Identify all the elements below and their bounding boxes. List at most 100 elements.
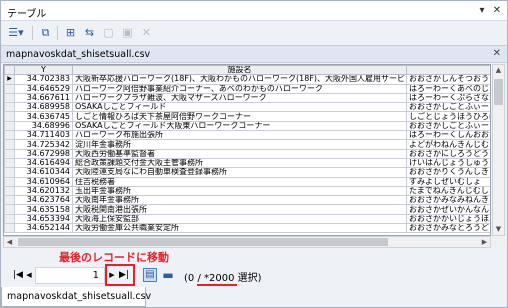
cell-y[interactable]: 34.610964 [14, 176, 73, 187]
cell-y[interactable]: 34.610344 [14, 167, 73, 178]
table-tab-label[interactable]: mapnavoskdat_shisetsuall.csv [6, 49, 150, 60]
cell-kana[interactable]: おおさかしごとふぃーるど [406, 102, 490, 113]
zoom-selected-icon[interactable]: ▣ [119, 24, 136, 41]
cell-kana[interactable]: しごとじょうほうひろばて [406, 111, 490, 122]
cell-kana[interactable]: はろーわーくしんおおさ [406, 130, 490, 141]
cell-name[interactable]: 大阪海上保安監部 [72, 213, 407, 225]
cell-kana[interactable]: おおさかみなとろうどうき [406, 223, 490, 234]
cell-y[interactable]: 34.725342 [14, 139, 73, 150]
previous-record-icon[interactable]: ◀ [23, 266, 35, 284]
switch-selection-icon[interactable]: ⇆ [81, 24, 98, 41]
bottom-table-tab[interactable]: mapnavoskdat_shisetsuall.csv [1, 287, 151, 307]
cell-kana[interactable]: よどがわねんきんじむしょ [406, 139, 490, 150]
cell-name[interactable]: 大阪新卒応援ハローワーク(18F)、大阪わかものハローワーク(18F)、大阪外国… [72, 74, 407, 85]
scroll-down-icon[interactable]: ▼ [493, 224, 504, 235]
table-row[interactable]: 34.689958OSAKAしごとフィールドおおさかしごとふぃーるど [4, 102, 490, 113]
row-selector[interactable] [4, 130, 15, 141]
column-header-kana[interactable] [406, 65, 490, 76]
table-row[interactable]: 34.616494総合政策課題交付金大阪主管事務所けいはんじょうしゅうとえ [4, 157, 490, 169]
cell-y[interactable]: 34.68996 [14, 120, 73, 132]
show-all-records-icon[interactable]: ▤ [143, 268, 157, 282]
table-row[interactable]: 34.636745 しごと情報ひろば天下茶屋阿倍野ワークコーナー しごとじょうほうひ… [4, 111, 490, 122]
column-header-name[interactable]: 施設名 [72, 65, 407, 76]
cell-y[interactable]: 34.667611 [14, 92, 73, 104]
current-record-field[interactable]: 1 [35, 267, 105, 284]
table-row[interactable]: 34.667611 ハローワークプラザ難波、大阪マザーズハローワーク はろーわーくぷ… [4, 92, 490, 104]
cell-name[interactable]: 大阪労働金庫公共職業安定所 [72, 223, 407, 234]
cell-name[interactable]: 淀川年金事務所 [72, 139, 407, 150]
horizontal-scroll-thumb[interactable] [18, 238, 388, 246]
cell-y[interactable]: 34.653394 [14, 213, 73, 225]
table-row[interactable]: 34.646529 ハローワーク阿倍野事業紹介コーナー、あべのわかものハローワーク… [4, 83, 490, 94]
row-selector[interactable] [4, 120, 15, 132]
row-selector[interactable] [4, 92, 15, 104]
table-row[interactable]: 34.725342淀川年金事務所よどがわねんきんじむしょ [4, 139, 490, 150]
cell-name[interactable]: 大阪西労働基準監督署 [72, 148, 407, 159]
cell-kana[interactable]: おおさかにしろうどうきじ [406, 148, 490, 159]
delete-selected-icon[interactable]: ✕ [138, 24, 155, 41]
table-row[interactable]: 34.68996 OSAKAしごとフィールド大阪東ハローワークコーナー おおさかしご… [4, 120, 490, 132]
cell-kana[interactable]: おおさかりくうんしきょく [406, 167, 490, 178]
cell-name[interactable]: 大阪税関南港出張所 [72, 204, 407, 215]
related-tables-icon[interactable]: ⧉ [37, 24, 54, 41]
cell-name[interactable]: ハローワーク阿倍野事業紹介コーナー、あべのわかものハローワーク [72, 83, 407, 94]
cell-kana[interactable]: はろーわーくぷらざなんぱ [406, 92, 490, 104]
row-selector[interactable] [4, 102, 15, 113]
close-icon[interactable]: ✕ [490, 4, 504, 18]
cell-name[interactable]: ハローワーク布施出張所 [72, 130, 407, 141]
table-row[interactable]: 34.711403 ハローワーク布施出張所 はろーわーくしんおおさ [4, 130, 490, 141]
cell-name[interactable]: 玉出年金事務所 [72, 185, 407, 197]
vertical-scrollbar[interactable]: ▲ ▼ [492, 64, 505, 236]
horizontal-scrollbar[interactable]: ◀ ▶ [3, 236, 491, 248]
cell-name[interactable]: しごと情報ひろば天下茶屋阿倍野ワークコーナー [72, 111, 407, 122]
row-selector[interactable] [4, 83, 15, 94]
scroll-left-icon[interactable]: ◀ [4, 237, 15, 247]
cell-kana[interactable]: すみよしぜいむしょ [406, 176, 490, 187]
cell-kana[interactable]: けいはんじょうしゅうとえ [406, 157, 490, 169]
row-selector[interactable] [4, 139, 15, 150]
table-row[interactable]: 34.672998大阪西労働基準監督署おおさかにしろうどうきじ [4, 148, 490, 159]
row-selector[interactable] [4, 204, 15, 215]
cell-y[interactable]: 34.636745 [14, 111, 73, 122]
cell-y[interactable]: 34.620132 [14, 185, 73, 197]
cell-kana[interactable]: おおさかぜいかんなんこ [406, 204, 490, 215]
scroll-up-icon[interactable]: ▲ [493, 65, 504, 76]
column-header-y[interactable]: Y [14, 65, 73, 76]
row-selector[interactable] [4, 148, 15, 159]
cell-name[interactable]: 大阪陸運支局なにわ自動車検査登録事務所 [72, 167, 407, 178]
cell-y[interactable]: 34.616494 [14, 157, 73, 169]
pin-icon[interactable]: ▾ [475, 4, 489, 18]
select-by-attributes-icon[interactable]: ⊞ [62, 24, 79, 41]
row-selector[interactable] [4, 167, 15, 178]
cell-name[interactable]: 総合政策課題交付金大阪主管事務所 [72, 157, 407, 169]
cell-kana[interactable]: たまでねんきんじむしょ [406, 185, 490, 197]
cell-kana[interactable]: おおさかみなみねんきん [406, 195, 490, 206]
row-selector[interactable]: ▶ [4, 74, 15, 85]
cell-y[interactable]: 34.689958 [14, 102, 73, 113]
row-selector[interactable] [4, 176, 15, 187]
row-selector[interactable] [4, 213, 15, 225]
table-row[interactable]: 34.623764 大阪南年金事務所 おおさかみなみねんきん [4, 195, 490, 206]
table-row[interactable]: 34.635158 大阪税関南港出張所 おおさかぜいかんなんこ [4, 204, 490, 215]
table-row[interactable]: 34.610964 住吉税務署 すみよしぜいむしょ [4, 176, 490, 187]
row-selector[interactable] [4, 185, 15, 197]
table-row[interactable]: 34.652144大阪労働金庫公共職業安定所おおさかみなとろうどうき [4, 223, 490, 234]
cell-kana[interactable]: はろーわーくあべのじぎ [406, 83, 490, 94]
table-row[interactable]: 34.620132 玉出年金事務所 たまでねんきんじむしょ [4, 185, 490, 197]
cell-y[interactable]: 34.646529 [14, 83, 73, 94]
cell-y[interactable]: 34.711403 [14, 130, 73, 141]
show-selected-records-icon[interactable]: ▬ [161, 268, 175, 282]
close-tab-icon[interactable]: ✕ [493, 48, 501, 59]
cell-y[interactable]: 34.635158 [14, 204, 73, 215]
cell-name[interactable]: OSAKAしごとフィールド [72, 102, 407, 113]
row-selector[interactable] [4, 111, 15, 122]
cell-y[interactable]: 34.702383 [14, 74, 73, 85]
vertical-scroll-thumb[interactable] [494, 79, 503, 105]
cell-name[interactable]: OSAKAしごとフィールド大阪東ハローワークコーナー [72, 120, 407, 132]
cell-kana[interactable]: おおさかかいじょうほあ [406, 213, 490, 225]
table-row[interactable]: ▶ 34.702383 大阪新卒応援ハローワーク(18F)、大阪わかものハローワーク… [4, 74, 490, 85]
clear-selection-icon[interactable]: ▢ [100, 24, 117, 41]
row-selector[interactable] [4, 223, 15, 234]
cell-name[interactable]: 住吉税務署 [72, 176, 407, 187]
cell-kana[interactable]: おおさかしごとふぃーる [406, 120, 490, 132]
